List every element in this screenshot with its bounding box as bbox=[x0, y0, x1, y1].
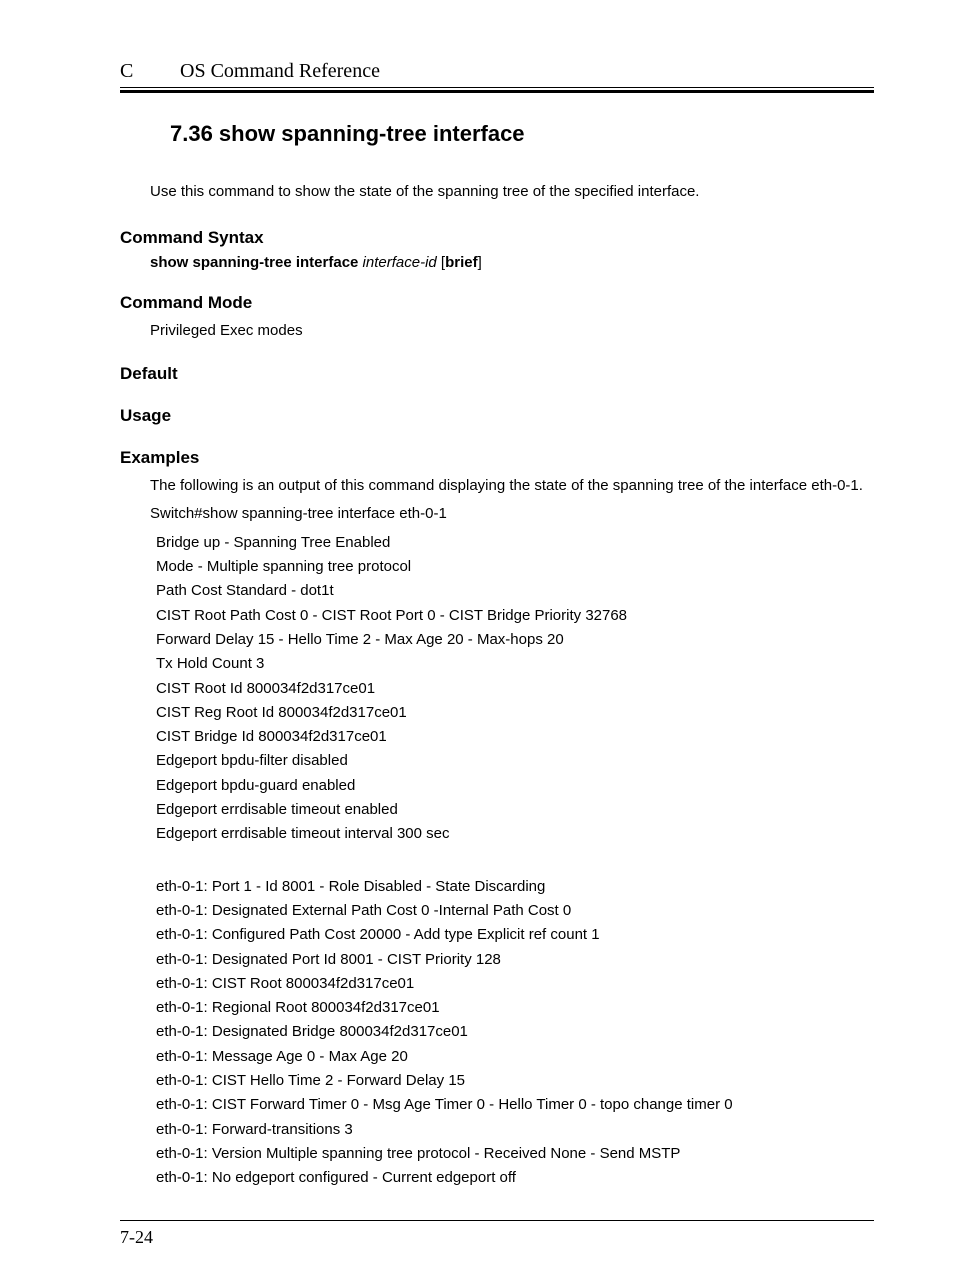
header-title: OS Command Reference bbox=[180, 60, 380, 83]
header-letter: C bbox=[120, 60, 180, 83]
section-command-mode: Command Mode bbox=[120, 293, 874, 313]
intro-text: Use this command to show the state of th… bbox=[150, 183, 874, 200]
output-line: Tx Hold Count 3 bbox=[150, 652, 874, 676]
output-line: eth-0-1: Message Age 0 - Max Age 20 bbox=[150, 1045, 874, 1069]
section-examples: Examples bbox=[120, 448, 874, 468]
output-line: Forward Delay 15 - Hello Time 2 - Max Ag… bbox=[150, 628, 874, 652]
page-title: 7.36 show spanning-tree interface bbox=[170, 121, 874, 147]
output-line: eth-0-1: Forward-transitions 3 bbox=[150, 1118, 874, 1142]
output-line: eth-0-1: CIST Forward Timer 0 - Msg Age … bbox=[150, 1093, 874, 1117]
output-line: eth-0-1: Port 1 - Id 8001 - Role Disable… bbox=[150, 875, 874, 899]
command-mode-body: Privileged Exec modes bbox=[150, 319, 874, 342]
syntax-rbracket: ] bbox=[478, 254, 482, 271]
syntax-option: brief bbox=[445, 254, 478, 271]
syntax-arg: interface-id bbox=[363, 254, 437, 271]
section-usage: Usage bbox=[120, 406, 874, 426]
examples-cmd-line: Switch#show spanning-tree interface eth-… bbox=[150, 502, 874, 525]
output-line: eth-0-1: Regional Root 800034f2d317ce01 bbox=[150, 996, 874, 1020]
output-block-2: eth-0-1: Port 1 - Id 8001 - Role Disable… bbox=[150, 875, 874, 1191]
output-line: eth-0-1: CIST Root 800034f2d317ce01 bbox=[150, 972, 874, 996]
output-line: CIST Bridge Id 800034f2d317ce01 bbox=[150, 725, 874, 749]
syntax-lbracket: [ bbox=[437, 254, 445, 271]
footer-rule bbox=[120, 1220, 874, 1221]
output-line: Bridge up - Spanning Tree Enabled bbox=[150, 531, 874, 555]
output-line: eth-0-1: CIST Hello Time 2 - Forward Del… bbox=[150, 1069, 874, 1093]
header-rule-thin bbox=[120, 87, 874, 88]
output-line: eth-0-1: Version Multiple spanning tree … bbox=[150, 1142, 874, 1166]
output-line: eth-0-1: Designated Bridge 800034f2d317c… bbox=[150, 1020, 874, 1044]
syntax-command: show spanning-tree interface bbox=[150, 254, 358, 271]
running-header: C OS Command Reference bbox=[120, 60, 874, 83]
output-line: eth-0-1: Configured Path Cost 20000 - Ad… bbox=[150, 923, 874, 947]
output-line: Edgeport bpdu-filter disabled bbox=[150, 749, 874, 773]
output-line: Mode - Multiple spanning tree protocol bbox=[150, 555, 874, 579]
header-rule-thick bbox=[120, 90, 874, 93]
output-block-1: Bridge up - Spanning Tree EnabledMode - … bbox=[150, 531, 874, 847]
page-number: 7-24 bbox=[120, 1227, 874, 1248]
output-line: Edgeport errdisable timeout enabled bbox=[150, 798, 874, 822]
output-line: Path Cost Standard - dot1t bbox=[150, 579, 874, 603]
output-line: eth-0-1: Designated Port Id 8001 - CIST … bbox=[150, 948, 874, 972]
examples-intro: The following is an output of this comma… bbox=[150, 474, 874, 497]
output-line: Edgeport bpdu-guard enabled bbox=[150, 774, 874, 798]
output-line: CIST Reg Root Id 800034f2d317ce01 bbox=[150, 701, 874, 725]
output-line: CIST Root Path Cost 0 - CIST Root Port 0… bbox=[150, 604, 874, 628]
output-line: eth-0-1: Designated External Path Cost 0… bbox=[150, 899, 874, 923]
output-line: eth-0-1: No edgeport configured - Curren… bbox=[150, 1166, 874, 1190]
output-line: CIST Root Id 800034f2d317ce01 bbox=[150, 677, 874, 701]
syntax-line: show spanning-tree interface interface-i… bbox=[150, 254, 874, 271]
output-line: Edgeport errdisable timeout interval 300… bbox=[150, 822, 874, 846]
section-command-syntax: Command Syntax bbox=[120, 228, 874, 248]
section-default: Default bbox=[120, 364, 874, 384]
